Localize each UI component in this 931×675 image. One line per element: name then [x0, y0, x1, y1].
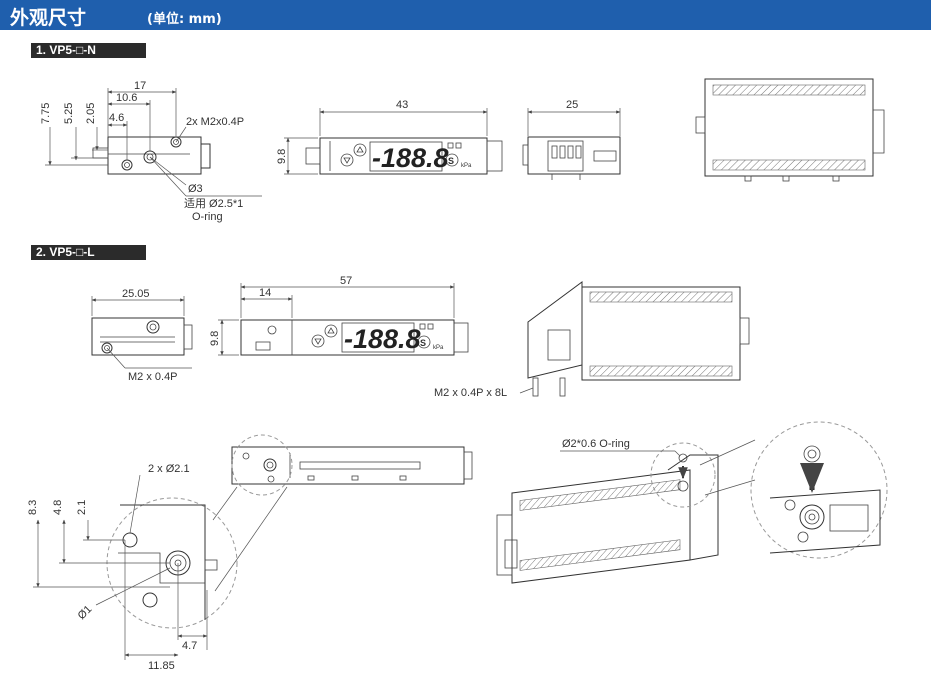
- n-dim-10-6: 10.6: [116, 92, 137, 104]
- l-side-callout: M2 x 0.4P: [128, 371, 178, 383]
- n-dim-2-05: 2.05: [85, 103, 97, 124]
- n-dim-5-25: 5.25: [63, 103, 75, 124]
- l-front-height: 9.8: [209, 331, 221, 346]
- n-oring-callout-2: O-ring: [192, 211, 223, 223]
- n-back-view: [522, 108, 621, 180]
- n-iso-view: [695, 78, 885, 182]
- n-dim-17: 17: [134, 80, 146, 92]
- detail-view: [33, 434, 473, 660]
- l-front-offset: 14: [259, 287, 271, 299]
- l-iso-callout: M2 x 0.4P x 8L: [434, 387, 507, 399]
- n-hole-callout: Ø3: [188, 183, 203, 195]
- n-dim-7-75: 7.75: [40, 103, 52, 124]
- detail-dim-2-1: 2.1: [76, 500, 88, 515]
- n-back-width: 25: [566, 99, 578, 111]
- detail-dia: Ø1: [76, 603, 95, 622]
- detail-holes: 2 x Ø2.1: [148, 463, 190, 475]
- detail-dim-4-8: 4.8: [52, 500, 64, 515]
- n-dim-4-6: 4.6: [109, 112, 124, 124]
- dimension-drawings: 7.75 5.25 2.05 10.6 17 4.6 2x M2x0.4P Ø3…: [27, 78, 888, 672]
- n-tap-callout: 2x M2x0.4P: [186, 116, 244, 128]
- l-front-width: 57: [340, 275, 352, 287]
- n-front-width: 43: [396, 99, 408, 111]
- detail-dim-4-7: 4.7: [182, 640, 197, 652]
- l-side-view: [91, 296, 193, 369]
- n-side-view: [45, 88, 262, 197]
- l-front-kpa: kPa: [433, 345, 444, 351]
- n-front-height: 9.8: [276, 149, 288, 164]
- l-side-width: 25.05: [122, 288, 150, 300]
- oring-callout: Ø2*0.6 O-ring: [562, 438, 630, 450]
- l-iso-view: [519, 281, 750, 397]
- l-front-s: S: [420, 338, 426, 348]
- n-front-digits: -188.8: [372, 143, 449, 173]
- l-front-view: [218, 283, 469, 356]
- n-oring-callout-1: 适用 Ø2.5*1: [184, 197, 243, 210]
- n-front-kpa: kPa: [461, 163, 472, 169]
- detail-dim-11-85: 11.85: [148, 660, 175, 672]
- l-front-digits: -188.8: [344, 324, 421, 354]
- detail-dim-8-3: 8.3: [27, 500, 39, 515]
- n-front-s: S: [448, 156, 454, 166]
- oring-iso-view: [496, 421, 888, 584]
